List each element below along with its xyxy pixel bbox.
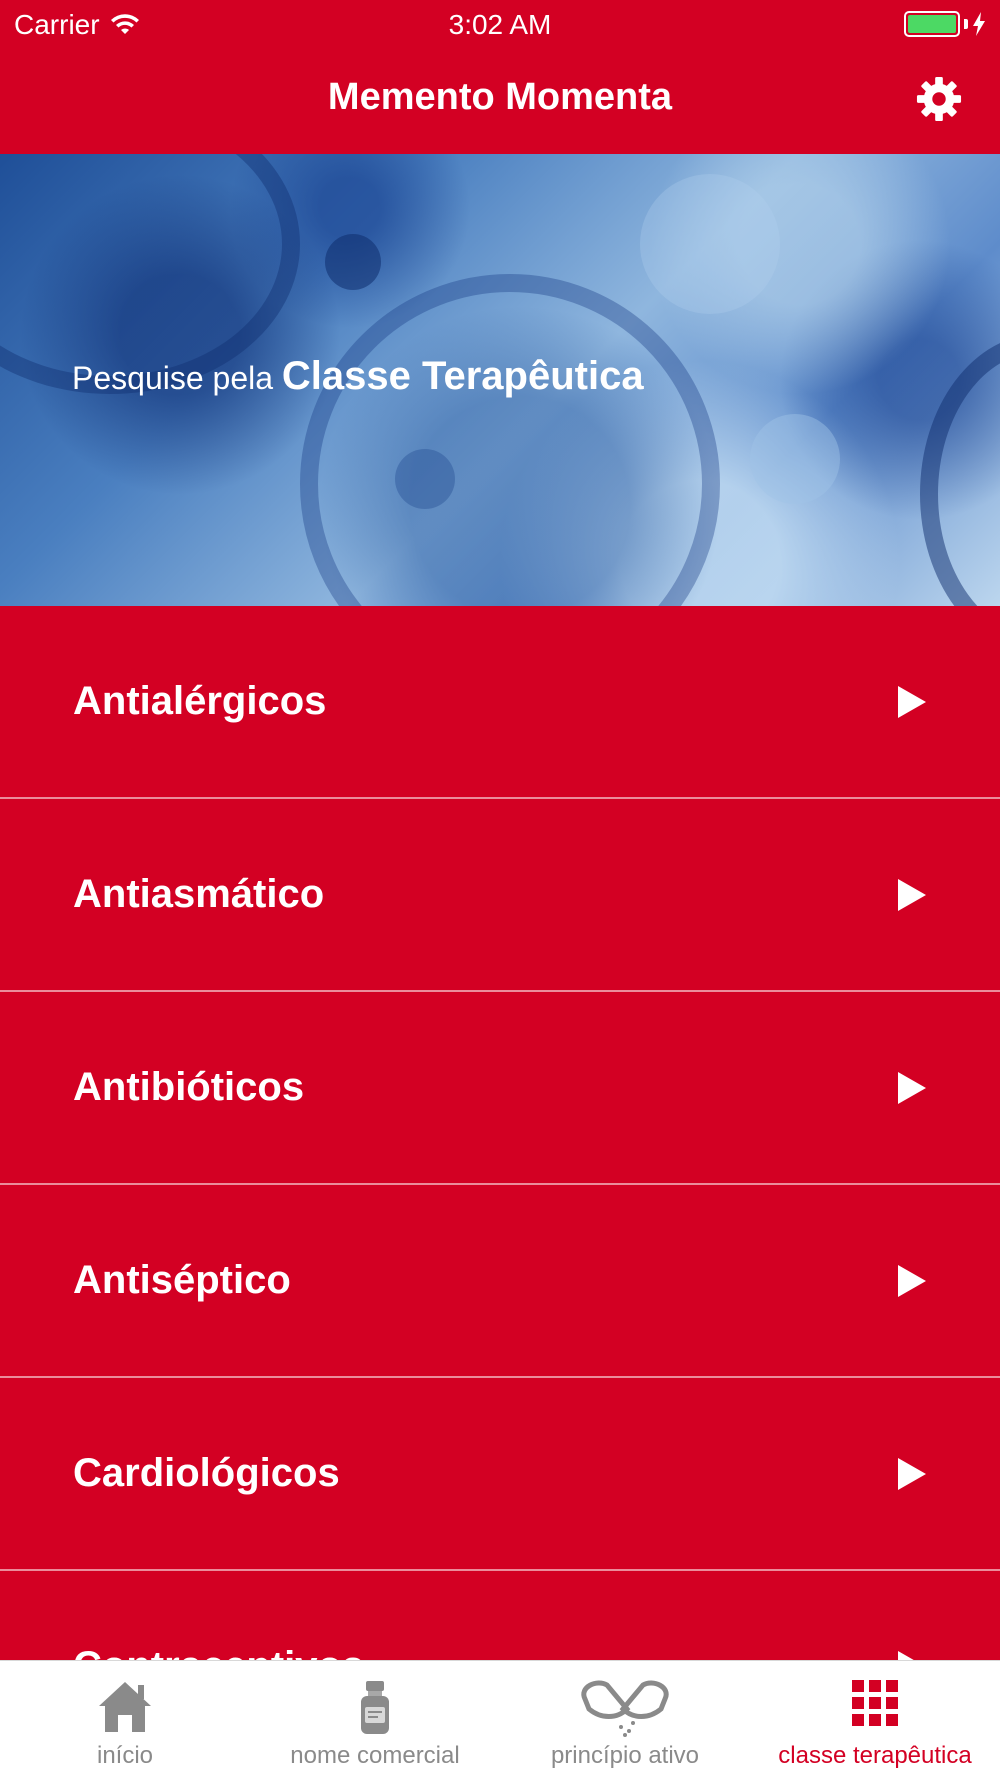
list-item-label: Antibióticos — [73, 1065, 305, 1109]
cell-ring-decoration — [300, 274, 720, 606]
gear-icon[interactable] — [916, 76, 962, 122]
battery-icon — [904, 11, 960, 37]
hero-caption-prefix: Pesquise pela — [72, 360, 274, 396]
grid-icon — [852, 1680, 898, 1726]
list-item-antiasmatico[interactable]: Antiasmático — [0, 799, 1000, 992]
list-item-label: Antialérgicos — [73, 679, 327, 723]
page-title: Memento Momenta — [327, 76, 673, 118]
medicine-bottle-icon — [361, 1681, 389, 1734]
list-item-label: Antiasmático — [73, 872, 325, 916]
status-bar: Carrier 3:02 AM — [0, 0, 1000, 52]
capsule-icon — [581, 1680, 669, 1737]
play-arrow-icon — [898, 879, 926, 911]
tab-label: nome comercial — [290, 1742, 460, 1769]
list-item-antiseptico[interactable]: Antiséptico — [0, 1185, 1000, 1378]
hero-caption: Pesquise pela Classe Terapêutica — [72, 354, 644, 399]
tab-bar: início nome comercial princípio ativo cl… — [0, 1660, 1000, 1778]
list-item-cardiologicos[interactable]: Cardiológicos — [0, 1378, 1000, 1571]
cell-dot-decoration — [395, 449, 455, 509]
list-item-label: Antiséptico — [73, 1258, 291, 1302]
tab-nome-comercial[interactable]: nome comercial — [250, 1661, 500, 1778]
tab-principio-ativo[interactable]: princípio ativo — [500, 1661, 750, 1778]
play-arrow-icon — [898, 686, 926, 718]
navigation-bar: Memento Momenta — [0, 52, 1000, 154]
play-arrow-icon — [898, 1265, 926, 1297]
category-list: Antialérgicos Antiasmático Antibióticos … — [0, 606, 1000, 1764]
cell-ring-decoration — [920, 334, 1000, 606]
charging-bolt-icon — [973, 12, 985, 36]
play-arrow-icon — [898, 1072, 926, 1104]
list-item-label: Cardiológicos — [73, 1451, 340, 1495]
list-item-antibioticos[interactable]: Antibióticos — [0, 992, 1000, 1185]
tab-inicio[interactable]: início — [0, 1661, 250, 1778]
status-time: 3:02 AM — [448, 9, 552, 40]
tab-label: início — [96, 1742, 154, 1769]
play-arrow-icon — [898, 1458, 926, 1490]
cell-dot-decoration — [325, 234, 381, 290]
tab-classe-terapeutica[interactable]: classe terapêutica — [750, 1661, 1000, 1778]
tab-label: princípio ativo — [550, 1742, 700, 1769]
list-item-antialergicos[interactable]: Antialérgicos — [0, 606, 1000, 799]
hero-banner: Pesquise pela Classe Terapêutica — [0, 154, 1000, 606]
home-icon — [99, 1682, 151, 1732]
battery-indicator — [904, 11, 986, 37]
cell-dot-decoration — [750, 414, 840, 504]
hero-caption-emphasis: Classe Terapêutica — [281, 354, 644, 398]
tab-label: classe terapêutica — [778, 1742, 972, 1769]
cell-dot-decoration — [640, 174, 780, 314]
